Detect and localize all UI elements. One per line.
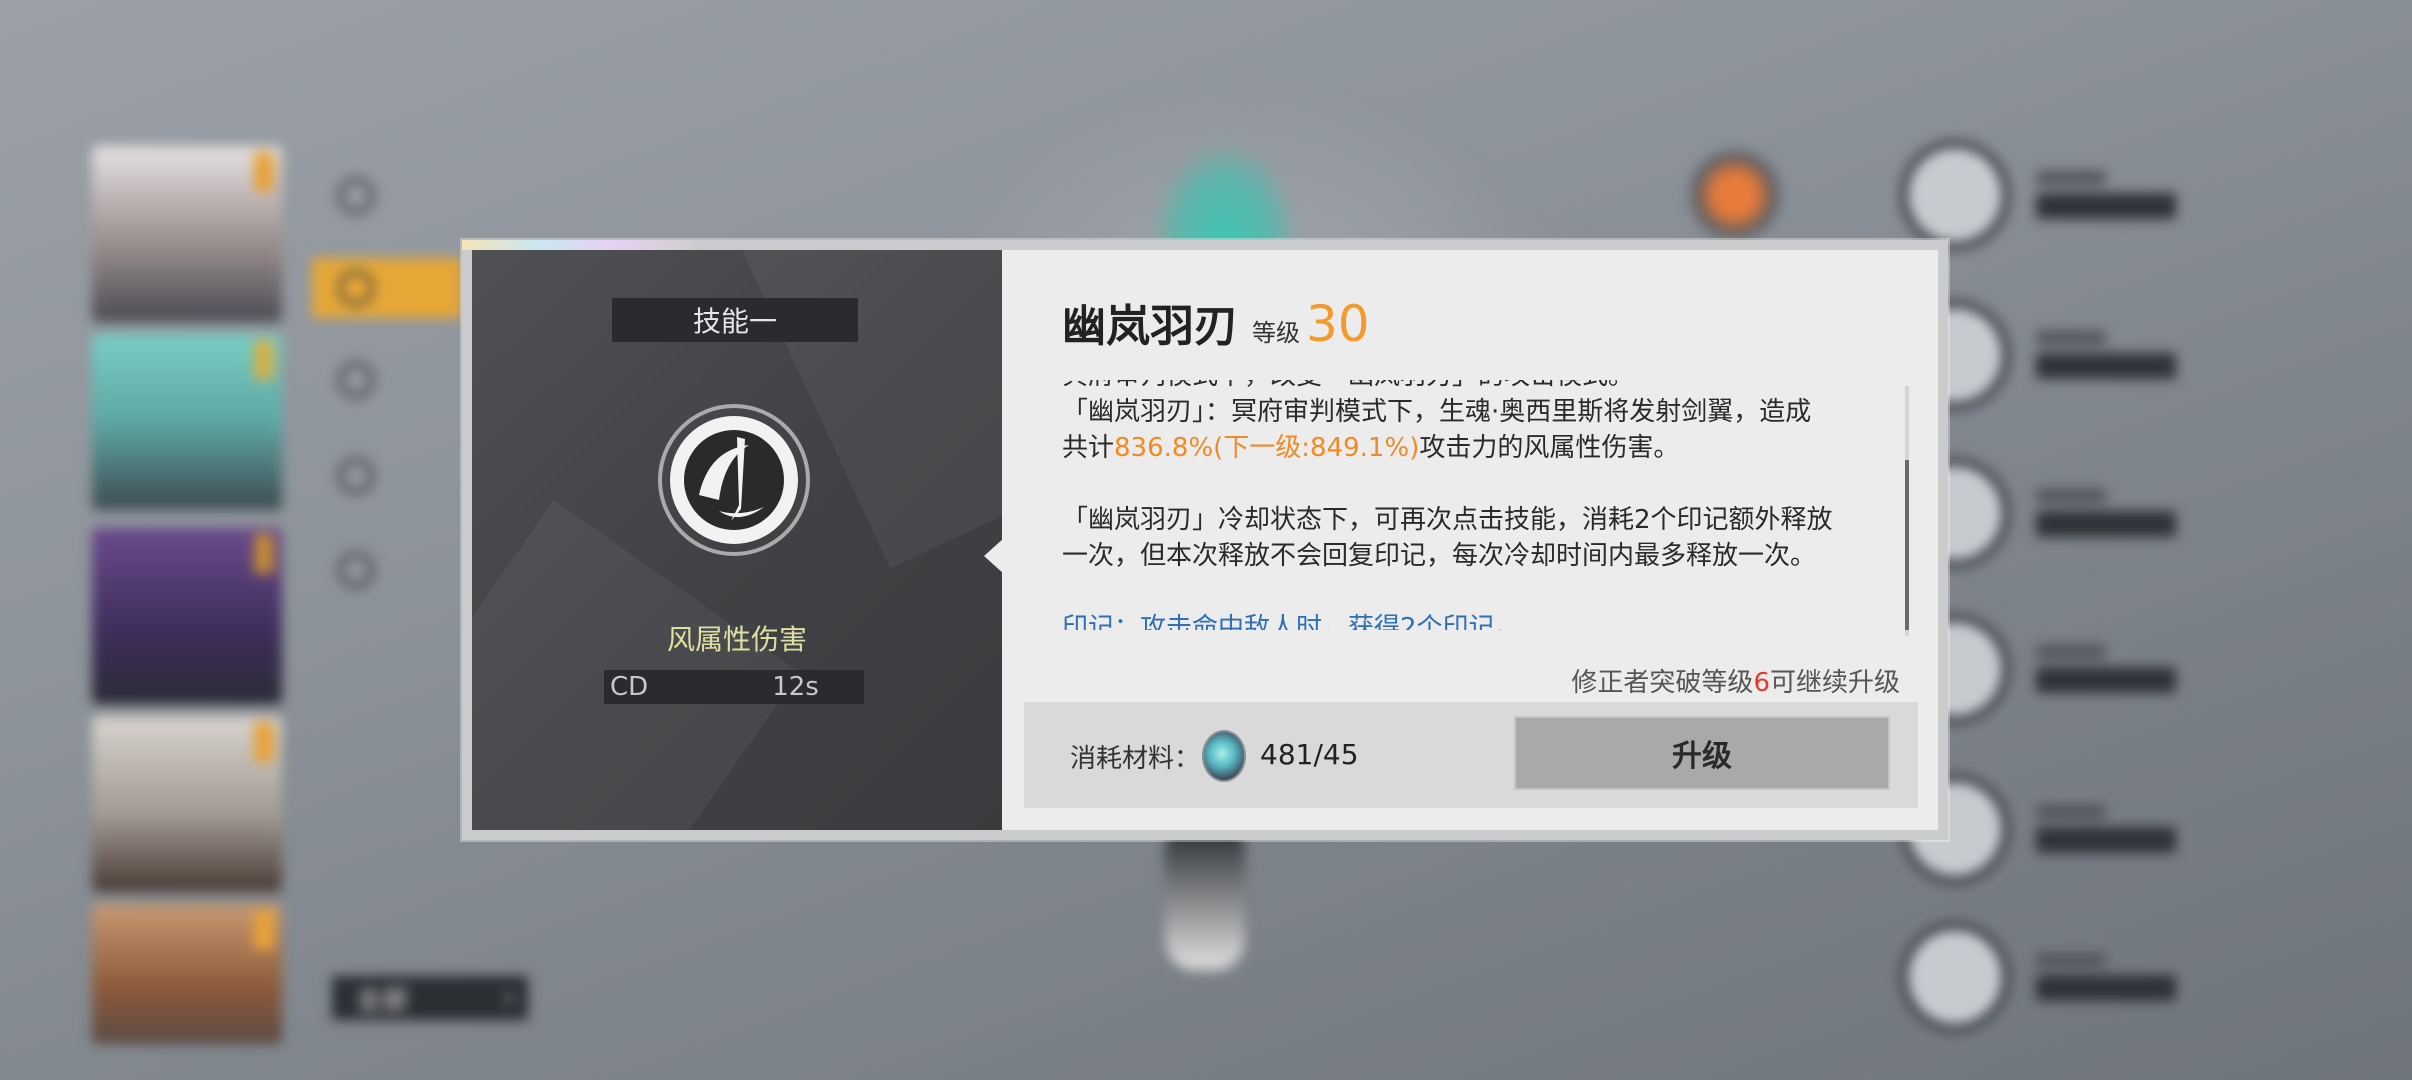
breakthrough-level: 6 [1753, 668, 1770, 698]
character-portrait[interactable] [92, 716, 282, 892]
cooldown-value: 12s [772, 672, 819, 702]
description-text: 共计 [1062, 433, 1115, 463]
attribute-icon [338, 178, 374, 214]
cooldown-bar: CD 12s [604, 670, 864, 704]
skill-description-panel: 幽岚羽刃 等级 30 冥府审判模式下，改变「幽岚羽刃」的攻击模式。 「幽岚羽刃」… [1002, 250, 1938, 830]
character-figure-legs [1165, 820, 1245, 970]
description-line: 冥府审判模式下，改变「幽岚羽刃」的攻击模式。 [1062, 380, 1882, 394]
material-label: 消耗材料： [1070, 744, 1201, 774]
chevron-right-icon: › [503, 983, 514, 1013]
dialog-accent-line [462, 240, 692, 250]
emblem-icon [1685, 150, 1785, 240]
menu-item-active[interactable] [312, 258, 462, 318]
skill-slot-label: 技能一 [612, 298, 858, 342]
upgrade-button[interactable]: 升级 [1514, 716, 1890, 790]
skill-description[interactable]: 冥府审判模式下，改变「幽岚羽刃」的攻击模式。 「幽岚羽刃」：冥府审判模式下，生魂… [1062, 380, 1882, 630]
skill-icon [658, 404, 810, 556]
skill-ring-icon [1900, 922, 2010, 1032]
menu-item[interactable] [338, 166, 374, 226]
skill-summary-panel: 技能一 风属性伤害 CD 12s [472, 250, 1002, 830]
skill-emblem-icon [670, 416, 798, 544]
skill-detail-dialog: 技能一 风属性伤害 CD 12s 幽岚羽刃 等级 30 冥府审判模式 [462, 240, 1948, 840]
breakthrough-text: 修正者突破等级 [1571, 668, 1754, 698]
skill-ring-icon [1900, 140, 2010, 250]
description-line: 「幽岚羽刃」冷却状态下，可再次点击技能，消耗2个印记额外释放 [1062, 505, 1833, 535]
menu-item[interactable] [338, 540, 374, 600]
skill-list-item[interactable] [1900, 912, 2200, 1042]
gear-icon [338, 458, 374, 494]
menu-item[interactable] [338, 446, 374, 506]
filter-all-label: 全部 [356, 985, 409, 1016]
brackets-icon [338, 552, 374, 588]
panel-pointer [984, 538, 1004, 574]
description-line: 共计836.8%(下一级:849.1%)攻击力的风属性伤害。 [1062, 430, 1882, 466]
description-line: 「幽岚羽刃」：冥府审判模式下，生魂·奥西里斯将发射剑翼，造成 [1062, 397, 1812, 427]
skill-name: 幽岚羽刃 [1062, 301, 1238, 352]
rank-tag [254, 340, 274, 380]
description-scrollbar-thumb[interactable] [1905, 460, 1909, 630]
rank-tag [254, 534, 274, 574]
cooldown-label: CD [610, 672, 649, 702]
blade-wing-icon [684, 430, 784, 530]
skill-level-value: 30 [1306, 295, 1370, 353]
menu-item[interactable] [338, 350, 374, 410]
breakthrough-requirement: 修正者突破等级6可继续升级 [1571, 662, 1900, 699]
breakthrough-text: 可继续升级 [1769, 668, 1900, 698]
character-portrait[interactable] [92, 528, 282, 704]
filter-all-button[interactable]: 全部 › [332, 976, 528, 1020]
character-portrait[interactable] [92, 146, 282, 322]
skill-level-label: 等级 [1252, 319, 1300, 347]
description-text: 攻击力的风属性伤害。 [1419, 433, 1680, 463]
mark-description: 印记：攻击命中敌人时，获得2个印记。 [1062, 613, 1521, 630]
rank-tag [254, 152, 274, 192]
damage-percent-value: 836.8%(下一级:849.1%) [1114, 433, 1420, 463]
material-count: 481/45 [1260, 738, 1359, 771]
rank-tag [254, 910, 274, 950]
menu-icon [338, 362, 374, 398]
character-portrait[interactable] [92, 904, 282, 1044]
description-line: 一次，但本次释放不会回复印记，每次冷却时间内最多释放一次。 [1062, 541, 1817, 571]
skill-title: 幽岚羽刃 等级 30 [1062, 290, 1370, 354]
skill-icon [338, 270, 374, 306]
character-portrait[interactable] [92, 334, 282, 510]
upgrade-bar: 消耗材料： 481/45 升级 [1024, 702, 1918, 808]
rank-tag [254, 722, 274, 762]
damage-type-label: 风属性伤害 [666, 623, 807, 656]
crystal-material-icon[interactable] [1202, 730, 1246, 782]
